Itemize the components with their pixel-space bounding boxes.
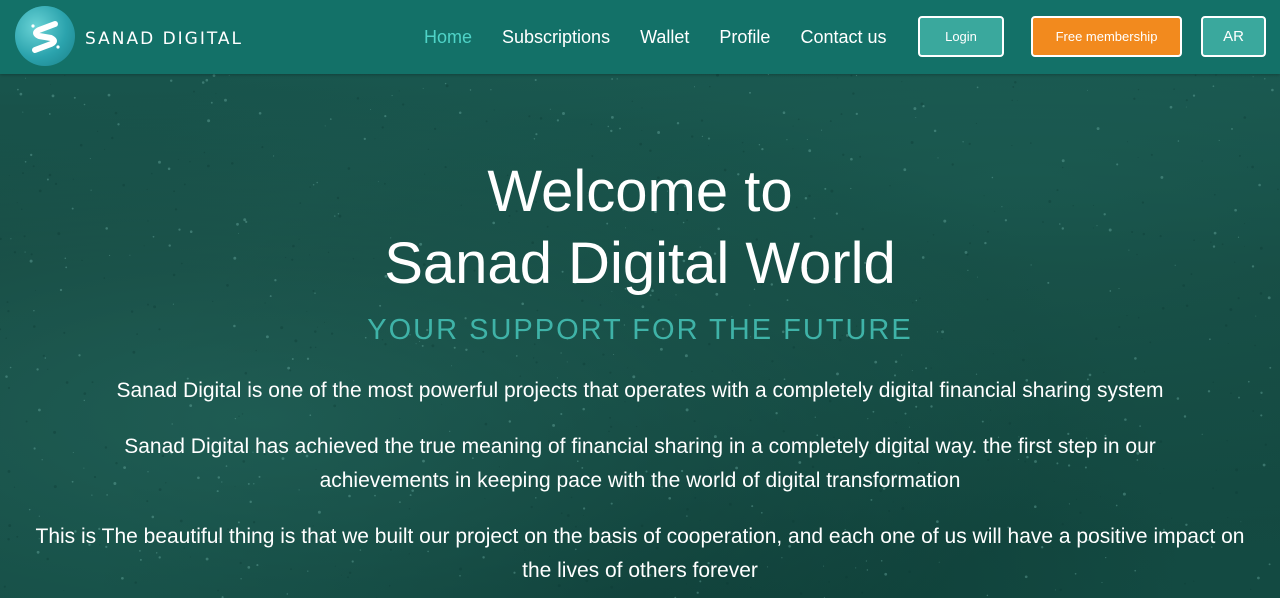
site-header: SANAD DIGITAL Home Subscriptions Wallet … [0,0,1280,74]
brand-logo[interactable]: SANAD DIGITAL [15,6,243,66]
hero-title: Welcome to Sanad Digital World [0,156,1280,300]
nav-item-profile[interactable]: Profile [719,27,770,48]
nav-item-contact-us[interactable]: Contact us [800,27,886,48]
hero-title-line2: Sanad Digital World [384,231,896,296]
hero-paragraph-2: Sanad Digital has achieved the true mean… [124,435,1156,492]
hero-tagline: YOUR SUPPORT FOR THE FUTURE [367,314,913,346]
nav-item-wallet[interactable]: Wallet [640,27,689,48]
hero-section: Welcome to Sanad Digital World YOUR SUPP… [0,74,1280,598]
brand-name: SANAD DIGITAL [85,29,244,49]
hero-paragraph-3: This is The beautiful thing is that we b… [35,525,1245,582]
free-membership-button[interactable]: Free membership [1031,16,1182,57]
main-nav: Home Subscriptions Wallet Profile Contac… [424,0,917,74]
nav-item-subscriptions[interactable]: Subscriptions [502,27,610,48]
hero-paragraph-1: Sanad Digital is one of the most powerfu… [116,379,1164,402]
sanad-s-logo-icon [15,6,75,66]
language-toggle-button[interactable]: AR [1201,16,1266,57]
nav-item-home[interactable]: Home [424,27,472,48]
hero-title-line1: Welcome to [487,159,793,224]
login-button[interactable]: Login [918,16,1004,57]
